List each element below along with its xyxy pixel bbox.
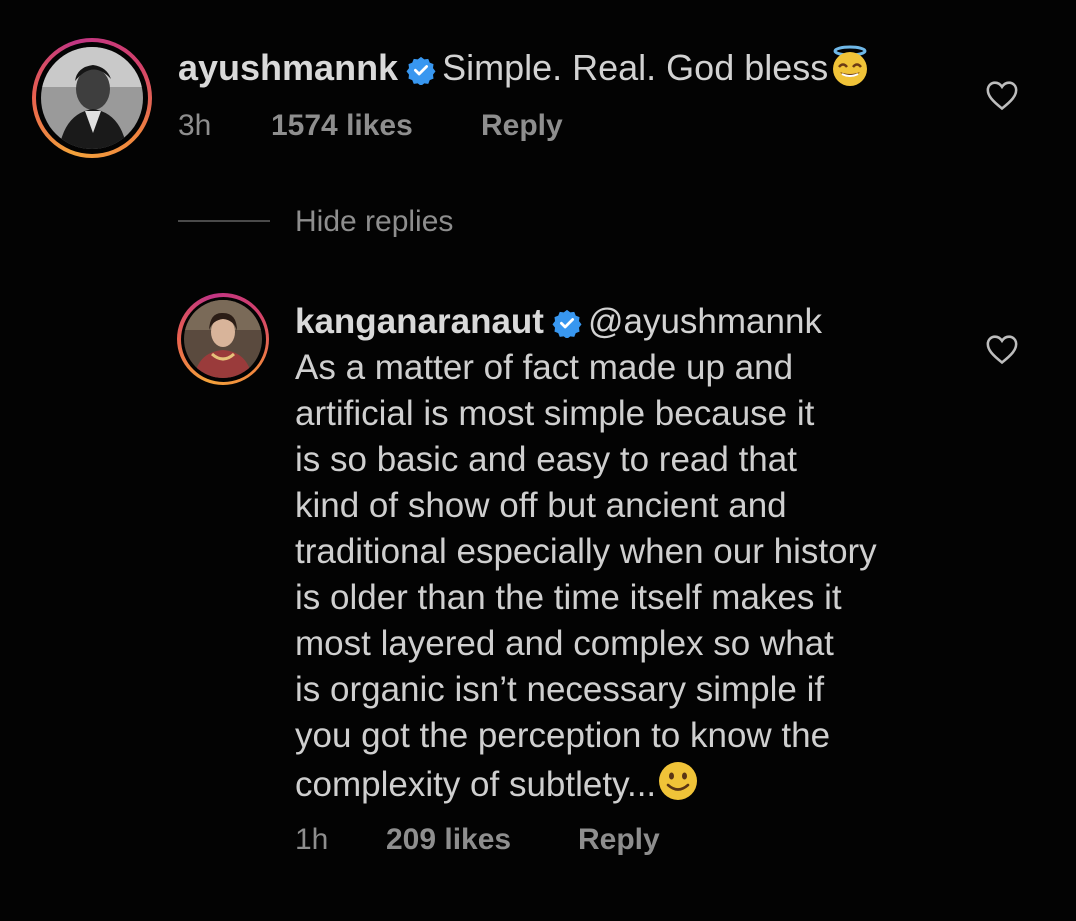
reply-text-line: is organic isn’t necessary simple if: [295, 670, 825, 709]
username[interactable]: ayushmannk: [178, 47, 398, 88]
reply-text-line-last: complexity of subtlety...: [295, 759, 1055, 815]
avatar-story-ring[interactable]: [32, 38, 152, 158]
reply-text-line: kind of show off but ancient and: [295, 486, 787, 525]
reply-text-line: complexity of subtlety...: [295, 765, 657, 804]
divider-line: [178, 220, 270, 222]
reply-header: kanganaranaut @ayushmannk: [295, 299, 822, 350]
reply-like-heart-icon[interactable]: [985, 333, 1019, 370]
reply-reply-label: Reply: [578, 823, 660, 856]
smiling-face-with-halo-icon: [828, 45, 872, 98]
comment-time: 3h: [178, 109, 212, 142]
hide-replies-button[interactable]: Hide replies: [295, 205, 453, 239]
reply-text-line: As a matter of fact made up and: [295, 348, 794, 387]
reply-label: Reply: [481, 109, 563, 142]
likes-count: 1574 likes: [271, 109, 413, 142]
like-heart-icon[interactable]: [985, 79, 1019, 116]
reply-time: 1h: [295, 823, 329, 856]
reply-reply-button[interactable]: Reply: [578, 823, 660, 857]
mention-link[interactable]: @ayushmannk: [588, 302, 822, 341]
verified-badge-icon: [406, 50, 436, 96]
reply-text-line: is so basic and easy to read that: [295, 440, 797, 479]
reply-verified-badge-icon: [552, 304, 582, 350]
reply-text: As a matter of fact made up and artifici…: [295, 345, 1055, 815]
slightly-smiling-face-icon: [656, 759, 700, 815]
reply-button[interactable]: Reply: [481, 109, 563, 143]
reply-avatar-story-ring[interactable]: [177, 293, 269, 385]
avatar: [41, 47, 143, 149]
comment-line: ayushmannk Simple. Real. God bless: [178, 45, 872, 98]
reply-username[interactable]: kanganaranaut: [295, 302, 544, 341]
reply-likes[interactable]: 209 likes: [386, 823, 511, 857]
reply-text-line: most layered and complex so what: [295, 624, 834, 663]
reply-likes-count: 209 likes: [386, 823, 512, 856]
reply-text-line: traditional especially when our history: [295, 532, 877, 571]
comment-likes[interactable]: 1574 likes: [271, 109, 413, 143]
comment-text: Simple. Real. God bless: [442, 47, 829, 88]
reply-text-line: artificial is most simple because it: [295, 394, 815, 433]
reply-text-line: is older than the time itself makes it: [295, 578, 842, 617]
reply-avatar: [184, 300, 262, 378]
reply-text-line: you got the perception to know the: [295, 716, 831, 755]
